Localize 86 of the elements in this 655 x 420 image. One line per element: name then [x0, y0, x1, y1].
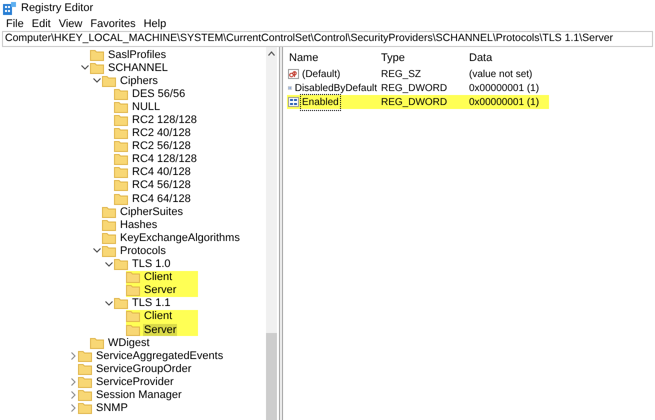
folder-icon — [78, 362, 92, 375]
folder-icon — [102, 74, 116, 87]
value-name[interactable]: DisabledByDefault — [292, 80, 379, 96]
tree-item[interactable]: CipherSuites — [119, 206, 184, 218]
folder-icon — [114, 258, 128, 270]
folder-icon — [102, 244, 116, 257]
folder-icon — [114, 140, 128, 152]
collapse-chevron-icon[interactable] — [93, 248, 101, 254]
tree-item[interactable]: WDigest — [107, 336, 151, 349]
expand-chevron-icon[interactable] — [70, 378, 76, 386]
tree-item[interactable]: RC4 40/128 — [131, 166, 192, 178]
tree-item[interactable]: SaslProfiles — [107, 48, 168, 61]
collapse-chevron-icon[interactable] — [105, 262, 113, 267]
app-icon — [3, 2, 16, 15]
folder-icon — [90, 336, 104, 349]
folder-icon — [114, 192, 128, 205]
tree-item[interactable]: TLS 1.0 — [131, 258, 172, 270]
expand-chevron-icon[interactable] — [70, 404, 76, 412]
tree-item[interactable]: DES 56/56 — [131, 88, 186, 100]
folder-icon — [78, 388, 92, 401]
folder-icon — [114, 100, 128, 113]
value-data: 0x00000001 (1) — [468, 96, 540, 110]
folder-icon — [102, 206, 116, 218]
collapse-chevron-icon[interactable] — [93, 78, 101, 84]
tree-item[interactable]: RC2 56/128 — [131, 140, 192, 152]
folder-icon — [114, 153, 128, 166]
expand-chevron-icon[interactable] — [70, 352, 76, 360]
scrollbar[interactable] — [266, 47, 277, 420]
tree-item[interactable]: ServiceProvider — [95, 376, 175, 388]
collapse-chevron-icon[interactable] — [81, 65, 89, 70]
menu-item[interactable]: Favorites — [86, 16, 140, 32]
tree-item[interactable]: Ciphers — [119, 74, 159, 87]
tree-item[interactable]: ServiceGroupOrder — [95, 362, 192, 375]
folder-icon — [114, 114, 128, 126]
folder-icon — [102, 218, 116, 231]
scroll-up-icon[interactable] — [268, 51, 275, 56]
tree-item[interactable]: Client — [143, 271, 174, 284]
column-header[interactable]: Name — [287, 50, 379, 67]
tree-item[interactable]: TLS 1.1 — [131, 297, 172, 310]
menu-item[interactable]: Help — [140, 16, 170, 32]
string-value-icon — [288, 69, 299, 79]
folder-icon — [78, 376, 92, 388]
binary-value-icon — [288, 97, 299, 107]
tree-item[interactable]: KeyExchangeAlgorithms — [119, 232, 241, 244]
tree-item[interactable]: Session Manager — [95, 388, 183, 401]
window-title: Registry Editor — [21, 1, 94, 16]
folder-icon — [90, 62, 104, 74]
tree-item[interactable]: RC2 40/128 — [131, 127, 192, 140]
folder-icon — [114, 166, 128, 178]
value-name[interactable]: Enabled — [300, 94, 341, 110]
tree-item[interactable]: Protocols — [119, 244, 167, 257]
value-name[interactable]: (Default) — [300, 66, 342, 82]
tree-item[interactable]: ServiceAggregatedEvents — [95, 350, 224, 362]
column-header[interactable]: Type — [379, 50, 467, 67]
tree-item[interactable]: NULL — [131, 100, 162, 113]
folder-icon — [102, 232, 116, 244]
menu-item[interactable]: View — [54, 16, 86, 32]
tree-item[interactable]: Client — [143, 310, 174, 322]
tree-item[interactable]: RC4 64/128 — [131, 192, 192, 205]
folder-icon — [114, 179, 128, 192]
folder-icon — [114, 127, 128, 140]
tree-item[interactable]: RC4 128/128 — [131, 153, 198, 166]
collapse-chevron-icon[interactable] — [105, 300, 113, 306]
menu-item[interactable]: Edit — [28, 16, 55, 32]
value-type: REG_DWORD — [380, 96, 448, 110]
tree-item[interactable]: Server — [143, 284, 178, 296]
tree-item[interactable]: SNMP — [95, 402, 129, 414]
value-data: 0x00000001 (1) — [468, 82, 540, 96]
value-type: REG_SZ — [380, 68, 422, 82]
scrollbar-thumb[interactable] — [266, 333, 277, 420]
tree-item[interactable]: Hashes — [119, 218, 158, 231]
column-header[interactable]: Data — [467, 50, 557, 67]
folder-icon — [114, 297, 128, 310]
expand-chevron-icon[interactable] — [70, 390, 76, 399]
folder-icon — [90, 48, 104, 61]
binary-value-icon — [288, 83, 292, 93]
menu-item[interactable]: File — [2, 16, 28, 32]
folder-icon — [114, 88, 128, 100]
tree-item[interactable]: RC4 56/128 — [131, 179, 192, 192]
tree-item[interactable]: Server — [143, 324, 178, 336]
folder-icon — [78, 402, 92, 414]
tree-item[interactable]: SCHANNEL — [107, 62, 169, 74]
value-type: REG_DWORD — [380, 82, 448, 96]
tree-item[interactable]: RC2 128/128 — [131, 114, 198, 126]
folder-icon — [78, 350, 92, 362]
value-data: (value not set) — [468, 68, 534, 82]
